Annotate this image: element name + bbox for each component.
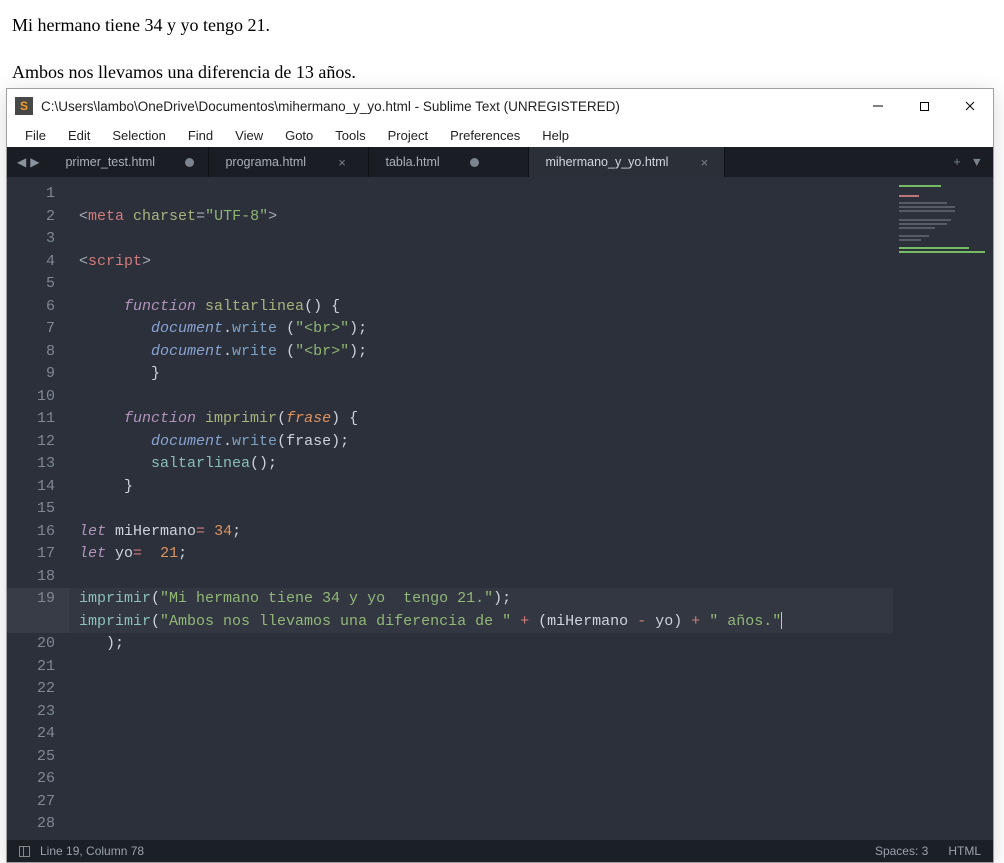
menu-edit[interactable]: Edit <box>58 126 100 145</box>
window-title: C:\Users\lambo\OneDrive\Documentos\miher… <box>41 99 855 114</box>
menu-preferences[interactable]: Preferences <box>440 126 530 145</box>
title-bar[interactable]: S C:\Users\lambo\OneDrive\Documentos\mih… <box>7 89 993 123</box>
minimize-icon <box>872 100 884 112</box>
menu-goto[interactable]: Goto <box>275 126 323 145</box>
tab-primer-test[interactable]: primer_test.html <box>49 147 209 177</box>
tab-bar: ◀ ▶ primer_test.html programa.html × tab… <box>7 147 993 177</box>
dirty-indicator-icon <box>470 158 479 167</box>
nav-forward-icon[interactable]: ▶ <box>30 155 39 169</box>
nav-back-icon[interactable]: ◀ <box>17 155 26 169</box>
menu-tools[interactable]: Tools <box>325 126 375 145</box>
tab-dropdown-icon[interactable]: ▼ <box>971 155 983 169</box>
close-button[interactable] <box>947 89 993 123</box>
dirty-indicator-icon <box>185 158 194 167</box>
tab-label: tabla.html <box>385 155 439 169</box>
menu-find[interactable]: Find <box>178 126 223 145</box>
maximize-icon <box>919 101 930 112</box>
code-text[interactable]: <meta charset="UTF-8"> <script> function… <box>69 177 993 840</box>
tab-tabla[interactable]: tabla.html <box>369 147 529 177</box>
tab-label: primer_test.html <box>65 155 155 169</box>
editor[interactable]: 1 2 3 4 5 6 7 8 9 10 11 12 13 14 15 16 1… <box>7 177 993 840</box>
app-icon: S <box>15 97 33 115</box>
indentation-setting[interactable]: Spaces: 3 <box>875 844 928 858</box>
menu-selection[interactable]: Selection <box>102 126 175 145</box>
tab-programa[interactable]: programa.html × <box>209 147 369 177</box>
tab-close-icon[interactable]: × <box>336 155 348 170</box>
close-icon <box>964 100 976 112</box>
tab-close-icon[interactable]: × <box>698 155 710 170</box>
render-line-1: Mi hermano tiene 34 y yo tengo 21. <box>12 14 992 37</box>
new-tab-icon[interactable]: + <box>953 155 960 169</box>
status-bar: Line 19, Column 78 Spaces: 3 HTML <box>7 840 993 862</box>
menu-view[interactable]: View <box>225 126 273 145</box>
syntax-setting[interactable]: HTML <box>948 844 981 858</box>
menu-bar: File Edit Selection Find View Goto Tools… <box>7 123 993 147</box>
tab-label: mihermano_y_yo.html <box>545 155 668 169</box>
maximize-button[interactable] <box>901 89 947 123</box>
sublime-window: S C:\Users\lambo\OneDrive\Documentos\mih… <box>6 88 994 863</box>
menu-file[interactable]: File <box>15 126 56 145</box>
tab-history-nav: ◀ ▶ <box>7 147 49 177</box>
tab-label: programa.html <box>225 155 306 169</box>
menu-project[interactable]: Project <box>378 126 438 145</box>
tab-mihermano[interactable]: mihermano_y_yo.html × <box>529 147 725 177</box>
menu-help[interactable]: Help <box>532 126 579 145</box>
minimap[interactable] <box>893 177 993 840</box>
minimize-button[interactable] <box>855 89 901 123</box>
side-panel-icon[interactable] <box>19 846 30 857</box>
render-line-2: Ambos nos llevamos una diferencia de 13 … <box>12 61 992 84</box>
line-number-gutter[interactable]: 1 2 3 4 5 6 7 8 9 10 11 12 13 14 15 16 1… <box>7 177 69 840</box>
cursor-position[interactable]: Line 19, Column 78 <box>40 844 144 858</box>
